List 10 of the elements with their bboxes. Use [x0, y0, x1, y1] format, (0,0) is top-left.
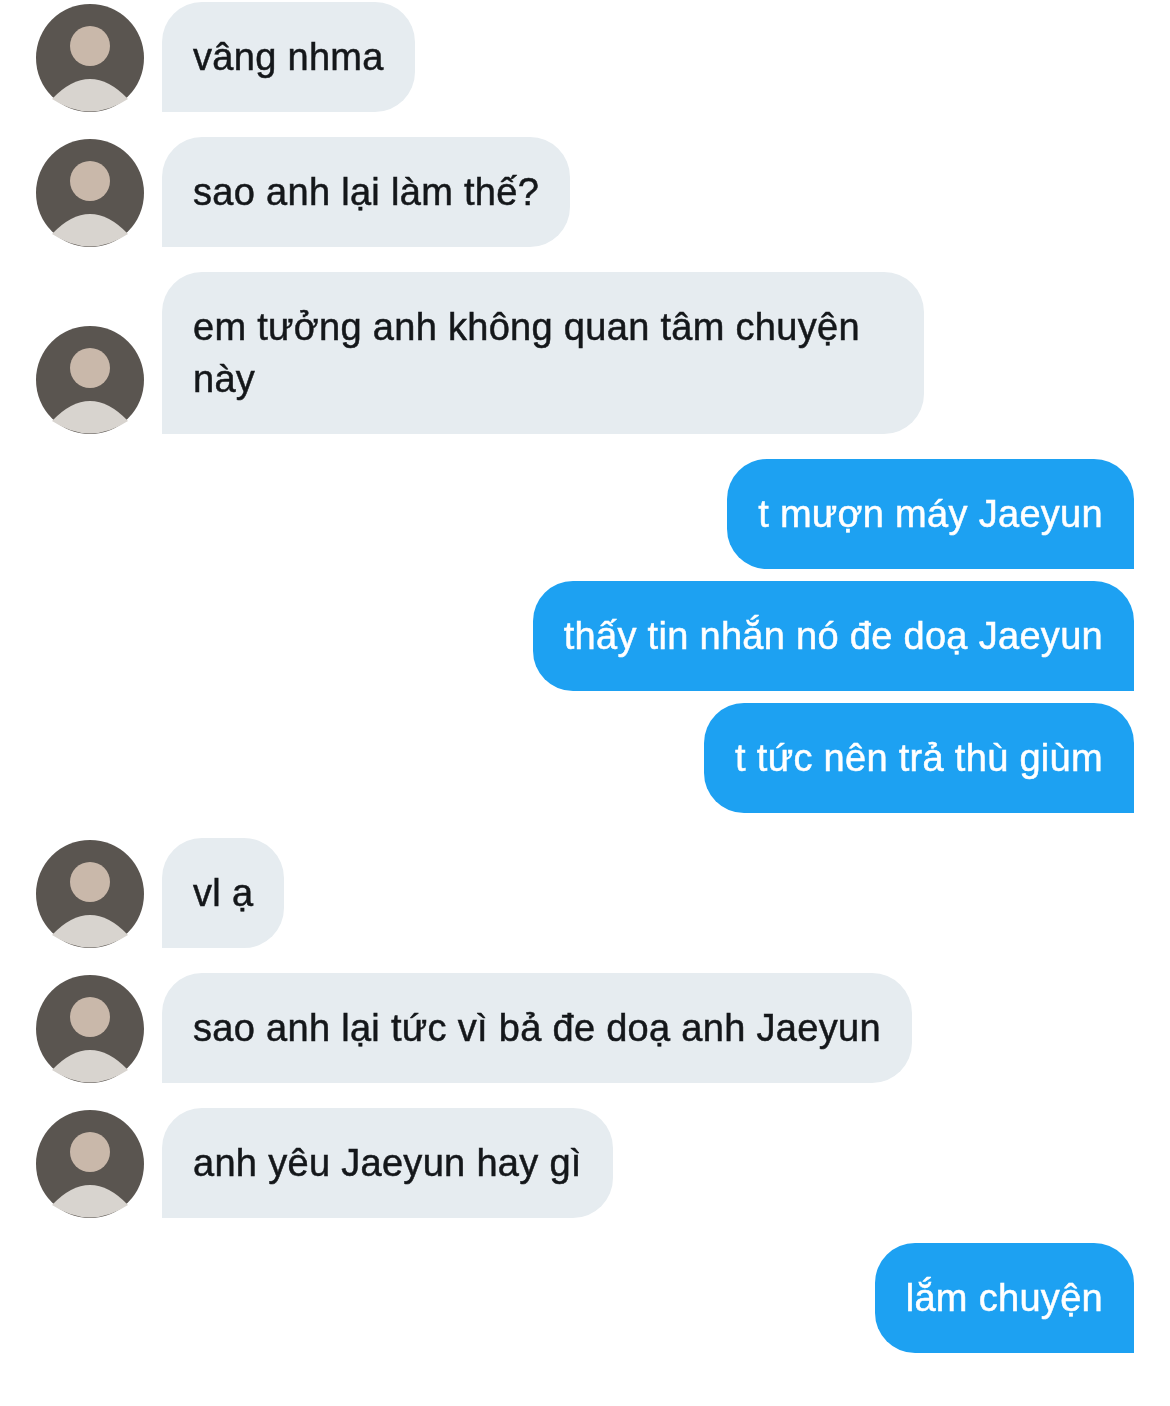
message-bubble: lắm chuyện	[874, 1243, 1134, 1353]
message-bubble: t mượn máy Jaeyun	[727, 459, 1134, 569]
message-bubble: em tưởng anh không quan tâm chuyện này	[162, 272, 924, 434]
message-bubble: thấy tin nhắn nó đe doạ Jaeyun	[532, 581, 1134, 691]
message-bubble: sao anh lại tức vì bả đe doạ anh Jaeyun	[162, 973, 912, 1083]
message-bubble: t tức nên trả thù giùm	[704, 703, 1134, 813]
message-bubble: anh yêu Jaeyun hay gì	[162, 1108, 613, 1218]
message-bubble: vl ạ	[162, 838, 285, 948]
message-bubble: sao anh lại làm thế?	[162, 137, 571, 247]
message-bubble: vâng nhma	[162, 2, 415, 112]
